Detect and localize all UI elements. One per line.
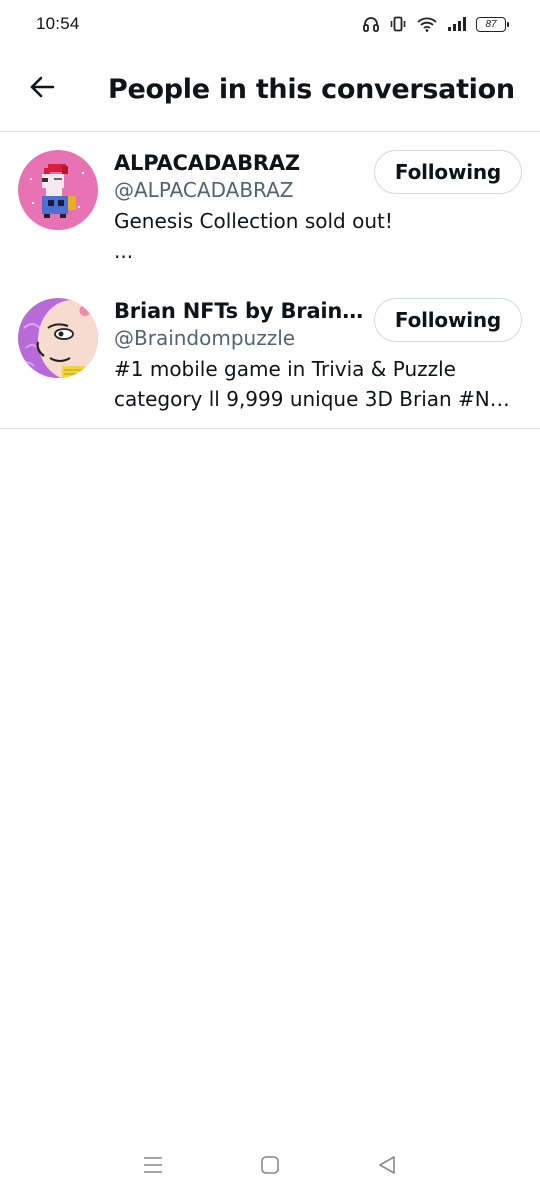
headphones-icon <box>362 15 380 33</box>
menu-icon <box>142 1155 164 1180</box>
people-list: ALPACADABRAZ @ALPACADABRAZ Following Gen… <box>0 132 540 429</box>
page-header: People in this conversation <box>0 48 540 132</box>
user-bio: Genesis Collection sold out! ... <box>114 206 522 266</box>
page-title: People in this conversation <box>108 74 515 105</box>
home-button[interactable] <box>250 1147 290 1187</box>
recent-apps-button[interactable] <box>133 1147 173 1187</box>
battery-icon: 87 <box>476 16 509 32</box>
bio-line: #1 mobile game in Trivia & Puzzle <box>114 357 456 381</box>
signal-icon <box>447 16 467 32</box>
name-row: Brian NFTs by Braindomgames @Braindompuz… <box>114 298 522 352</box>
status-time: 10:54 <box>36 14 80 33</box>
person-info: ALPACADABRAZ @ALPACADABRAZ Following Gen… <box>114 148 522 266</box>
avatar[interactable] <box>18 298 98 378</box>
person-info: Brian NFTs by Braindomgames @Braindompuz… <box>114 296 522 414</box>
battery-level: 87 <box>485 18 497 30</box>
name-row: ALPACADABRAZ @ALPACADABRAZ Following <box>114 150 522 204</box>
following-button[interactable]: Following <box>374 298 522 342</box>
system-nav-bar <box>0 1134 540 1200</box>
user-bio: #1 mobile game in Trivia & Puzzle catego… <box>114 354 522 414</box>
person-item[interactable]: Brian NFTs by Braindomgames @Braindompuz… <box>0 280 540 429</box>
display-name: ALPACADABRAZ <box>114 151 300 175</box>
back-triangle-icon <box>376 1154 398 1181</box>
screen: 10:54 87 People in this conversation ALP… <box>0 0 540 1200</box>
wifi-icon <box>416 15 438 33</box>
system-back-button[interactable] <box>367 1147 407 1187</box>
name-block: ALPACADABRAZ @ALPACADABRAZ <box>114 150 368 204</box>
home-square-icon <box>259 1154 281 1181</box>
user-handle: @Braindompuzzle <box>114 326 296 350</box>
bio-line: ... <box>114 239 134 263</box>
bio-line: Genesis Collection sold out! <box>114 209 393 233</box>
avatar[interactable] <box>18 150 98 230</box>
arrow-left-icon <box>28 73 56 106</box>
person-item[interactable]: ALPACADABRAZ @ALPACADABRAZ Following Gen… <box>0 132 540 280</box>
status-icons: 87 <box>362 15 509 33</box>
name-block: Brian NFTs by Braindomgames @Braindompuz… <box>114 298 368 352</box>
display-name: Brian NFTs by Braindomgames <box>114 299 368 323</box>
following-button[interactable]: Following <box>374 150 522 194</box>
user-handle: @ALPACADABRAZ <box>114 178 294 202</box>
vibrate-icon <box>389 15 407 33</box>
status-bar: 10:54 87 <box>0 0 540 48</box>
bio-line: category ll 9,999 unique 3D Brian #NFTs <box>114 387 520 411</box>
back-button[interactable] <box>17 65 67 115</box>
